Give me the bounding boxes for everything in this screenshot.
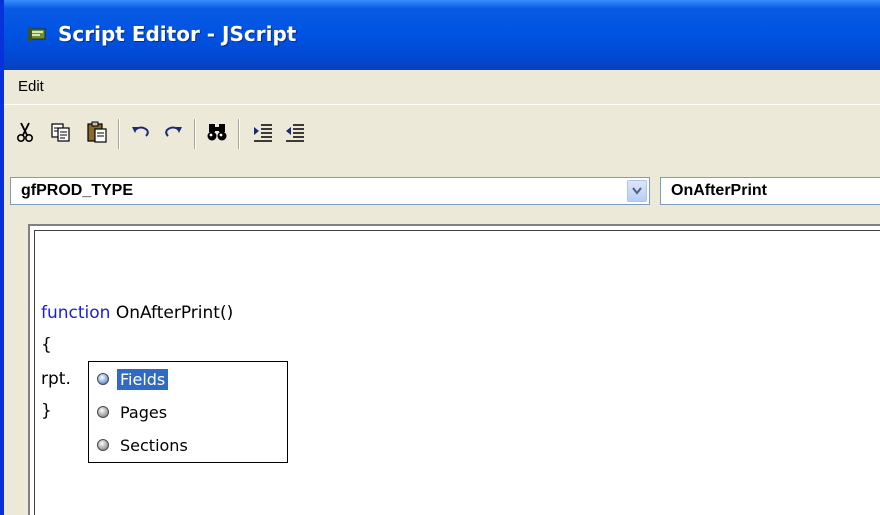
- event-selector-value: OnAfterPrint: [671, 182, 767, 199]
- script-editor-window: Script Editor - JScript Edit gfPROD_TYPE…: [0, 0, 880, 515]
- cut-button[interactable]: [12, 119, 38, 145]
- object-selector-value: gfPROD_TYPE: [21, 182, 134, 199]
- undo-button[interactable]: [128, 119, 154, 145]
- code-line: function OnAfterPrint(): [41, 303, 233, 323]
- toolbar-separator: [118, 119, 119, 149]
- autocomplete-item-label: Fields: [115, 367, 170, 391]
- indent-icon: [254, 124, 272, 142]
- autocomplete-item-label: Pages: [120, 402, 168, 422]
- outdent-icon: [286, 124, 304, 142]
- property-bullet-icon: [97, 406, 109, 418]
- copy-button[interactable]: [48, 119, 74, 145]
- object-selector[interactable]: gfPROD_TYPE: [10, 177, 650, 205]
- find-button[interactable]: [204, 119, 230, 145]
- code-line: rpt.: [41, 369, 71, 389]
- toolbar-separator: [194, 119, 195, 149]
- redo-arrow-icon: [165, 126, 182, 137]
- paste-button[interactable]: [84, 119, 110, 145]
- scissors-icon: [16, 122, 34, 143]
- window-title: Script Editor - JScript: [58, 22, 297, 46]
- property-bullet-icon: [97, 373, 109, 385]
- binoculars-icon: [207, 124, 227, 141]
- copy-icon: [51, 123, 70, 142]
- function-signature: OnAfterPrint(): [110, 303, 234, 323]
- undo-arrow-icon: [132, 126, 149, 137]
- code-line: {: [41, 335, 52, 355]
- event-selector[interactable]: OnAfterPrint: [660, 177, 880, 205]
- menu-bar: Edit: [4, 70, 880, 104]
- autocomplete-item-sections[interactable]: Sections: [93, 432, 191, 458]
- clipboard-paste-icon: [87, 121, 107, 143]
- autocomplete-item-fields[interactable]: Fields: [93, 366, 170, 392]
- menu-edit[interactable]: Edit: [14, 78, 48, 95]
- redo-button[interactable]: [160, 119, 186, 145]
- toolbar-separator: [238, 119, 239, 149]
- autocomplete-popup: Fields Pages Sections: [88, 361, 288, 463]
- outdent-button[interactable]: [282, 119, 308, 145]
- property-bullet-icon: [97, 439, 109, 451]
- selector-row: gfPROD_TYPE OnAfterPrint: [4, 162, 880, 220]
- autocomplete-item-pages[interactable]: Pages: [93, 399, 170, 425]
- script-editor-app-icon: [28, 27, 46, 41]
- code-line: }: [41, 401, 52, 421]
- toolbar: [4, 104, 880, 163]
- object-dropdown-button[interactable]: [627, 180, 647, 202]
- chevron-down-icon: [632, 187, 642, 195]
- autocomplete-item-label: Sections: [120, 435, 188, 455]
- function-keyword: function: [41, 303, 111, 323]
- indent-button[interactable]: [250, 119, 276, 145]
- title-bar[interactable]: Script Editor - JScript: [4, 0, 880, 70]
